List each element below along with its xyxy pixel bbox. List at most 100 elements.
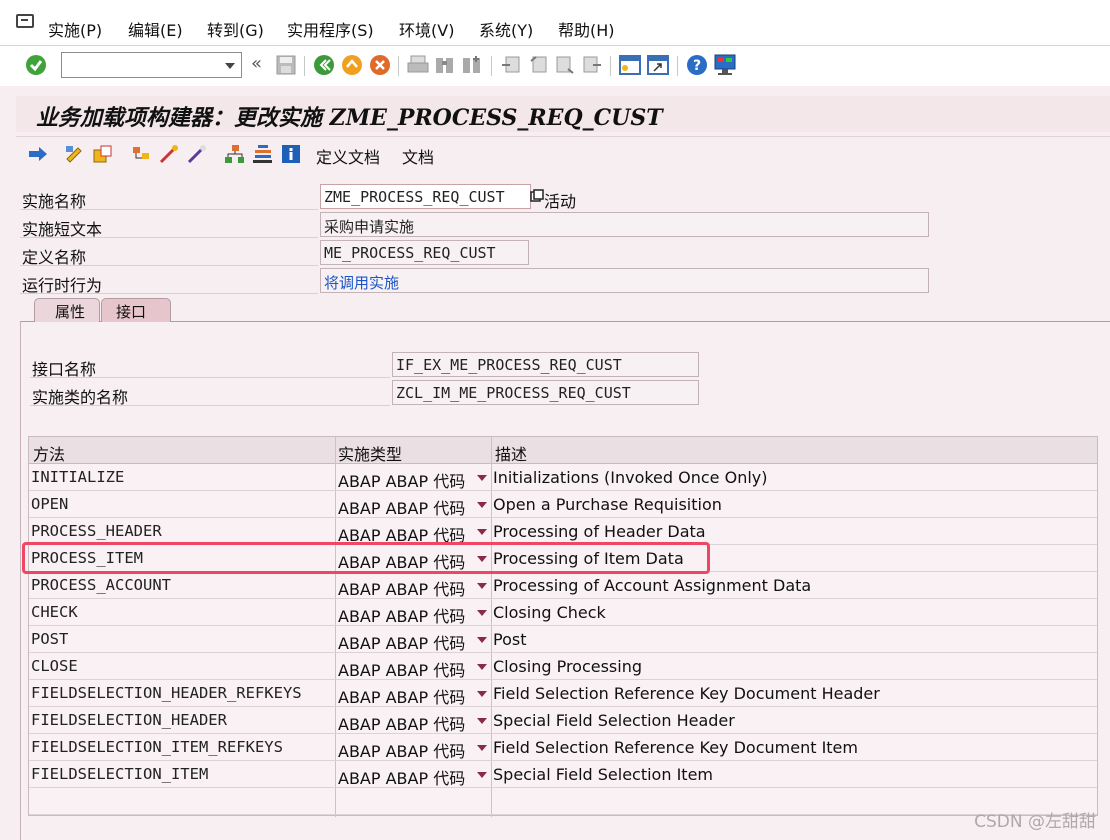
table-row[interactable]: FIELDSELECTION_ITEM ABAP ABAP 代码 Special F… <box>29 761 1097 788</box>
method-name-cell[interactable]: CLOSE <box>31 657 78 675</box>
method-name-cell[interactable]: FIELDSELECTION_HEADER <box>31 711 227 729</box>
description-cell: Closing Check <box>493 603 606 622</box>
column-header-method[interactable]: 方法 <box>33 441 65 465</box>
exit-icon[interactable] <box>341 54 363 76</box>
impl-type-cell[interactable]: ABAP ABAP 代码 <box>338 468 465 492</box>
interface-name-field[interactable]: IF_EX_ME_PROCESS_REQ_CUST <box>392 352 699 377</box>
impl-type-cell[interactable]: ABAP ABAP 代码 <box>338 684 465 708</box>
menu-goto[interactable]: 转到(G) <box>207 17 264 41</box>
description-cell: Open a Purchase Requisition <box>493 495 722 514</box>
highlight-annotation <box>22 542 710 574</box>
impl-type-cell[interactable]: ABAP ABAP 代码 <box>338 576 465 600</box>
impl-type-cell[interactable]: ABAP ABAP 代码 <box>338 630 465 654</box>
table-row[interactable]: FIELDSELECTION_HEADER_REFKEYS ABAP ABAP 代… <box>29 680 1097 707</box>
table-row[interactable]: FIELDSELECTION_ITEM_REFKEYS ABAP ABAP 代码 F… <box>29 734 1097 761</box>
chevron-down-icon[interactable] <box>477 475 487 481</box>
menu-utilities[interactable]: 实用程序(S) <box>287 17 374 41</box>
impl-type-cell[interactable]: ABAP ABAP 代码 <box>338 711 465 735</box>
menu-help[interactable]: 帮助(H) <box>558 17 615 41</box>
next-page-icon[interactable] <box>554 55 576 75</box>
impl-type-cell[interactable]: ABAP ABAP 代码 <box>338 657 465 681</box>
previous-page-icon[interactable] <box>527 55 549 75</box>
toolbar-separator <box>491 56 492 76</box>
first-page-icon[interactable] <box>500 55 522 75</box>
chevron-down-icon[interactable] <box>225 63 235 69</box>
hierarchy-icon[interactable] <box>224 144 244 164</box>
method-name-cell[interactable]: POST <box>31 630 68 648</box>
runtime-behavior-field[interactable]: 将调用实施 <box>320 268 929 293</box>
menu-implementation[interactable]: 实施(P) <box>48 17 102 41</box>
table-row[interactable]: INITIALIZE ABAP ABAP 代码 Initializations (I… <box>29 464 1097 491</box>
chevron-down-icon[interactable] <box>477 502 487 508</box>
table-row[interactable]: CHECK ABAP ABAP 代码 Closing Check <box>29 599 1097 626</box>
shortcut-icon[interactable] <box>647 54 669 76</box>
menu-edit[interactable]: 编辑(E) <box>128 17 183 41</box>
method-name-cell[interactable]: OPEN <box>31 495 68 513</box>
column-header-impl-type[interactable]: 实施类型 <box>338 441 402 465</box>
last-page-icon[interactable] <box>581 55 603 75</box>
method-name-cell[interactable]: PROCESS_ACCOUNT <box>31 576 171 594</box>
command-field[interactable] <box>61 52 242 78</box>
chevron-down-icon[interactable] <box>477 664 487 670</box>
table-row[interactable]: FIELDSELECTION_HEADER ABAP ABAP 代码 Special… <box>29 707 1097 734</box>
chevron-down-icon[interactable] <box>477 610 487 616</box>
back-icon[interactable] <box>313 54 335 76</box>
new-session-icon[interactable] <box>619 54 641 76</box>
display-change-icon[interactable] <box>64 144 84 164</box>
impl-type-cell[interactable]: ABAP ABAP 代码 <box>338 765 465 789</box>
stack-icon[interactable] <box>252 144 272 164</box>
other-object-icon[interactable] <box>27 144 47 164</box>
impl-type-cell[interactable]: ABAP ABAP 代码 <box>338 495 465 519</box>
chevron-down-icon[interactable] <box>477 745 487 751</box>
tab-attributes[interactable]: 属性 <box>34 298 100 322</box>
table-row[interactable]: OPEN ABAP ABAP 代码 Open a Purchase Requisit… <box>29 491 1097 518</box>
enter-check-icon[interactable] <box>25 54 47 76</box>
method-name-cell[interactable]: INITIALIZE <box>31 468 124 486</box>
empty-table-row[interactable] <box>29 788 1097 815</box>
table-row[interactable]: PROCESS_ACCOUNT ABAP ABAP 代码 Processing of… <box>29 572 1097 599</box>
info-icon[interactable] <box>280 144 300 164</box>
table-row[interactable]: POST ABAP ABAP 代码 Post <box>29 626 1097 653</box>
help-icon[interactable]: ? <box>686 54 708 76</box>
copy-icon[interactable] <box>530 189 544 203</box>
method-name-cell[interactable]: FIELDSELECTION_HEADER_REFKEYS <box>31 684 302 702</box>
cancel-icon[interactable] <box>369 54 391 76</box>
collapse-icon[interactable]: « <box>251 53 262 74</box>
chevron-down-icon[interactable] <box>477 637 487 643</box>
activate-icon[interactable] <box>92 144 112 164</box>
menu-system[interactable]: 系统(Y) <box>479 17 533 41</box>
implementing-class-field[interactable]: ZCL_IM_ME_PROCESS_REQ_CUST <box>392 380 699 405</box>
watermark: CSDN @左甜甜 <box>974 812 1096 832</box>
impl-type-cell[interactable]: ABAP ABAP 代码 <box>338 603 465 627</box>
chevron-down-icon[interactable] <box>477 772 487 778</box>
print-icon[interactable] <box>407 55 429 75</box>
chevron-down-icon[interactable] <box>477 583 487 589</box>
description-cell: Special Field Selection Header <box>493 711 735 730</box>
find-icon[interactable] <box>434 55 456 75</box>
method-name-cell[interactable]: FIELDSELECTION_ITEM_REFKEYS <box>31 738 283 756</box>
method-name-cell[interactable]: CHECK <box>31 603 78 621</box>
menu-environment[interactable]: 环境(V) <box>399 17 454 41</box>
customize-layout-icon[interactable] <box>713 54 737 76</box>
table-row[interactable]: CLOSE ABAP ABAP 代码 Closing Processing <box>29 653 1097 680</box>
short-text-field[interactable]: 采购申请实施 <box>320 212 929 237</box>
column-header-description[interactable]: 描述 <box>495 441 527 465</box>
system-menu-icon[interactable] <box>16 14 34 28</box>
toolbar-separator <box>610 56 611 76</box>
impl-type-cell[interactable]: ABAP ABAP 代码 <box>338 738 465 762</box>
definition-documentation-button[interactable]: 定义文档 <box>316 144 380 168</box>
chevron-down-icon[interactable] <box>477 718 487 724</box>
method-name-cell[interactable]: PROCESS_HEADER <box>31 522 162 540</box>
wizard-icon[interactable] <box>186 144 206 164</box>
method-name-cell[interactable]: FIELDSELECTION_ITEM <box>31 765 208 783</box>
object-list-icon[interactable] <box>130 144 150 164</box>
implementation-name-field[interactable]: ZME_PROCESS_REQ_CUST <box>320 184 531 209</box>
save-icon[interactable] <box>276 55 296 75</box>
chevron-down-icon[interactable] <box>477 691 487 697</box>
find-next-icon[interactable] <box>461 55 483 75</box>
table-row[interactable]: PROCESS_HEADER ABAP ABAP 代码 Processing of … <box>29 518 1097 545</box>
tab-interface[interactable]: 接口 <box>101 298 171 322</box>
chevron-down-icon[interactable] <box>477 529 487 535</box>
where-used-icon[interactable] <box>158 144 178 164</box>
documentation-button[interactable]: 文档 <box>402 144 434 168</box>
